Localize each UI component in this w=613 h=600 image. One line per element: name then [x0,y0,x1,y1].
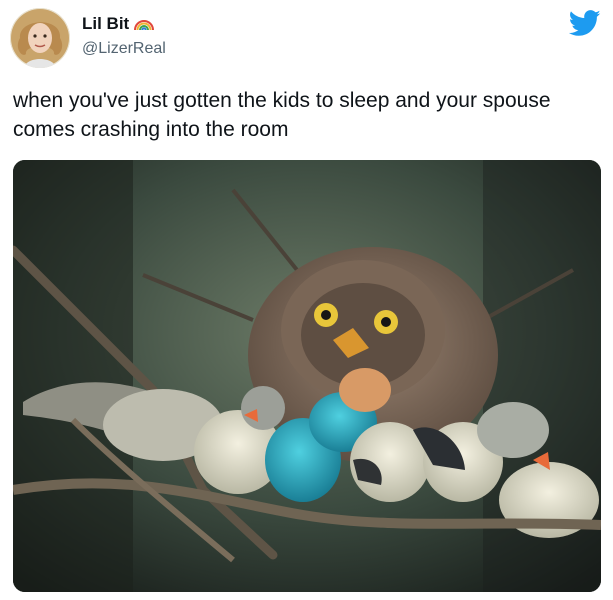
author-handle[interactable]: @LizerReal [82,40,166,58]
rainbow-icon [133,17,155,31]
tweet-text: when you've just gotten the kids to slee… [13,89,551,141]
author-name-row[interactable]: Lil Bit [82,14,155,34]
user-avatar-icon [10,8,70,68]
photo-owl-with-small-birds [13,160,601,592]
tweet-photo[interactable] [13,160,601,592]
tweet-card: Lil Bit @LizerReal when you've just gott… [0,0,613,600]
author-display-name[interactable]: Lil Bit [82,14,129,34]
avatar[interactable] [10,8,70,68]
twitter-bird-icon[interactable] [568,10,601,37]
